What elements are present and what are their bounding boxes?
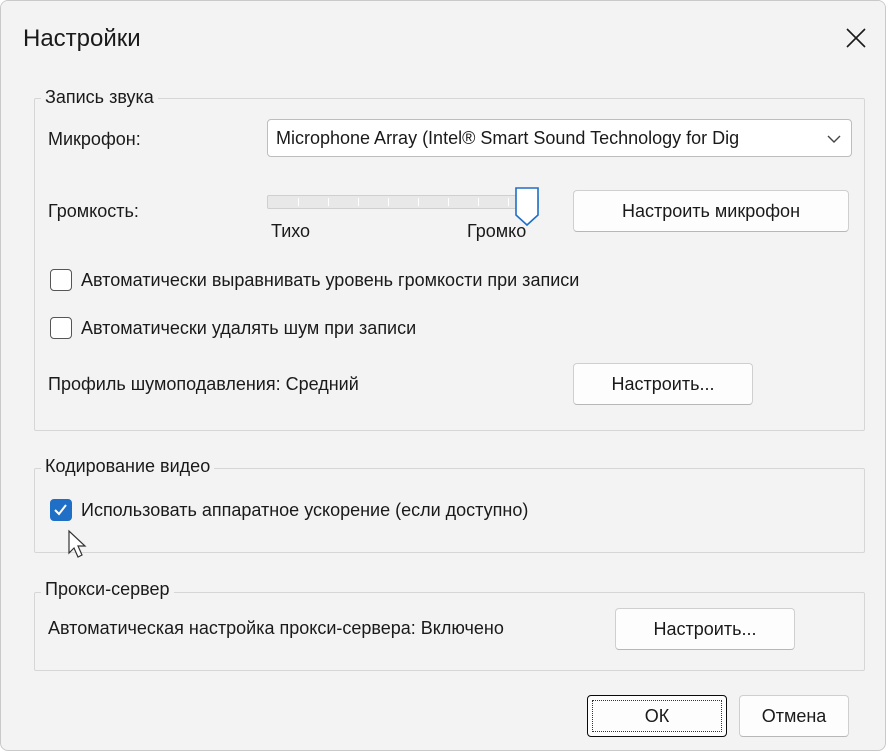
volume-max-label: Громко: [467, 221, 527, 241]
video-encoding-group-label: Кодирование видео: [41, 456, 215, 477]
auto-level-label[interactable]: Автоматически выравнивать уровень громко…: [81, 270, 579, 291]
mouse-cursor-icon: [68, 529, 87, 558]
settings-dialog: Настройки Запись звука Микрофон: Microph…: [0, 0, 886, 751]
proxy-group-label: Прокси-сервер: [41, 579, 174, 600]
noise-remove-checkbox[interactable]: [50, 317, 72, 339]
microphone-select-value: Microphone Array (Intel® Smart Sound Tec…: [276, 128, 740, 148]
volume-slider-track: [267, 195, 539, 209]
setup-microphone-button[interactable]: Настроить микрофон: [573, 190, 849, 232]
focus-ring: [592, 700, 722, 732]
hw-accel-checkbox[interactable]: [50, 499, 72, 521]
audio-recording-group-label: Запись звука: [41, 87, 158, 108]
volume-min-label: Тихо: [271, 221, 311, 241]
chevron-down-icon: [827, 135, 841, 143]
cancel-button[interactable]: Отмена: [739, 695, 849, 737]
microphone-label: Микрофон:: [48, 129, 141, 149]
close-icon: [846, 28, 866, 48]
title-bar: Настройки: [1, 1, 885, 81]
ok-button[interactable]: ОК: [587, 695, 727, 737]
volume-label: Громкость:: [48, 201, 139, 221]
hw-accel-label[interactable]: Использовать аппаратное ускорение (если …: [81, 500, 528, 521]
proxy-status-label: Автоматическая настройка прокси-сервера:…: [48, 618, 504, 638]
proxy-setup-button[interactable]: Настроить...: [615, 608, 795, 650]
checkmark-icon: [54, 504, 67, 516]
noise-remove-label[interactable]: Автоматически удалять шум при записи: [81, 318, 416, 339]
auto-level-checkbox[interactable]: [50, 269, 72, 291]
microphone-select[interactable]: Microphone Array (Intel® Smart Sound Tec…: [267, 119, 852, 157]
noise-profile-setup-button[interactable]: Настроить...: [573, 363, 753, 405]
dialog-title: Настройки: [23, 25, 141, 52]
close-button[interactable]: [833, 15, 879, 61]
noise-profile-label: Профиль шумоподавления: Средний: [48, 374, 359, 394]
